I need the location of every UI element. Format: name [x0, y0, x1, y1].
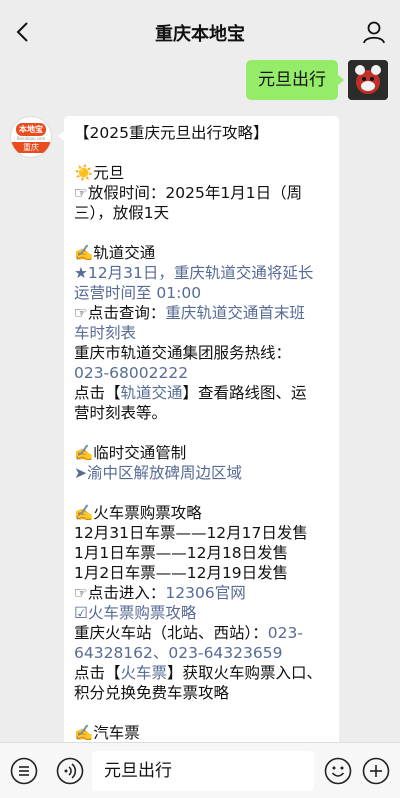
rail-click-line-2: 营时刻表等。 — [74, 404, 168, 422]
incoming-message-row: 本地宝 Bendibao.com 重庆 【2025重庆元旦出行攻略】 ☀️元旦 … — [10, 116, 339, 742]
train-click-prefix: 点击【 — [74, 664, 121, 682]
traffic-control-link[interactable]: ➤渝中区解放碑周边区域 — [74, 463, 329, 483]
train-click-line-2: 积分兑换免费车票攻略 — [74, 684, 230, 702]
message-title: 【2025重庆元旦出行攻略】 — [74, 124, 269, 142]
avatar-image — [348, 60, 388, 100]
incoming-bubble: 【2025重庆元旦出行攻略】 ☀️元旦 ☞放假时间：2025年1月1日（周 三）… — [58, 116, 339, 742]
holiday-line-1: ☞放假时间：2025年1月1日（周 — [74, 184, 303, 202]
rail-schedule-link-2[interactable]: 车时刻表 — [74, 323, 329, 343]
train-station-phone-1[interactable]: 023- — [268, 624, 303, 642]
list-menu-icon — [10, 757, 38, 785]
train-click-suffix: 】获取火车购票入口、 — [167, 664, 323, 682]
rail-transit-link[interactable]: 轨道交通 — [121, 384, 183, 402]
plus-icon — [362, 757, 390, 785]
train-guide-link[interactable]: ☑火车票购票攻略 — [74, 603, 329, 623]
rail-click-prefix: 点击【 — [74, 384, 121, 402]
outgoing-bubble[interactable]: 元旦出行 — [246, 60, 344, 100]
traffic-heading: ✍️临时交通管制 — [74, 444, 187, 462]
rail-query-prefix: ☞点击查询： — [74, 304, 166, 322]
message-input[interactable]: 元旦出行 — [92, 751, 314, 791]
voice-icon — [56, 757, 84, 785]
holiday-line-2: 三），放假1天 — [74, 204, 170, 222]
top-bar: 重庆本地宝 — [0, 0, 400, 64]
holiday-heading: ☀️元旦 — [74, 164, 125, 182]
train-enter-prefix: ☞点击进入： — [74, 584, 166, 602]
emoji-icon — [324, 757, 352, 785]
rail-click-suffix: 】查看路线图、运 — [182, 384, 307, 402]
rail-schedule-link[interactable]: 重庆轨道交通首末班 — [165, 304, 305, 322]
bot-avatar[interactable]: 本地宝 Bendibao.com 重庆 — [10, 116, 52, 158]
person-icon — [363, 21, 385, 44]
train-sale-line-3: 1月2日车票——12月19日发售 — [74, 564, 289, 582]
profile-button[interactable] — [360, 18, 388, 46]
rail-hotline-phone[interactable]: 023-68002222 — [74, 363, 329, 383]
voice-button[interactable] — [56, 757, 84, 785]
train-station-label: 重庆火车站（北站、西站）： — [74, 624, 268, 642]
menu-button[interactable] — [10, 757, 38, 785]
plus-button[interactable] — [362, 757, 390, 785]
bus-heading: ✍️汽车票 — [74, 724, 140, 742]
rail-notice-link[interactable]: ★12月31日，重庆轨道交通将延长 — [74, 263, 329, 283]
rail-heading: ✍️轨道交通 — [74, 244, 156, 262]
train-ticket-link[interactable]: 火车票 — [121, 664, 168, 682]
page-title: 重庆本地宝 — [155, 24, 245, 45]
train-sale-line-2: 1月1日车票——12月18日发售 — [74, 544, 289, 562]
avatar-city-text: 重庆 — [11, 142, 51, 153]
user-avatar[interactable] — [348, 60, 388, 100]
emoji-button[interactable] — [324, 757, 352, 785]
train-sale-line-1: 12月31日车票——12月17日发售 — [74, 524, 308, 542]
outgoing-message-row: 元旦出行 — [246, 60, 388, 100]
chat-area[interactable]: 元旦出行 本地宝 Bendibao.com 重庆 【2025重庆元旦出行攻略】 … — [0, 56, 400, 742]
train-12306-link[interactable]: 12306官网 — [165, 584, 245, 602]
rail-hotline-label: 重庆市轨道交通集团服务热线： — [74, 344, 292, 362]
avatar-logo-text: 本地宝 — [16, 123, 46, 136]
train-heading: ✍️火车票购票攻略 — [74, 504, 202, 522]
input-bar: 元旦出行 — [0, 742, 400, 798]
train-station-phone-2[interactable]: 64328162、023-64323659 — [74, 643, 329, 663]
rail-notice-link-2[interactable]: 运营时间至 01:00 — [74, 283, 329, 303]
